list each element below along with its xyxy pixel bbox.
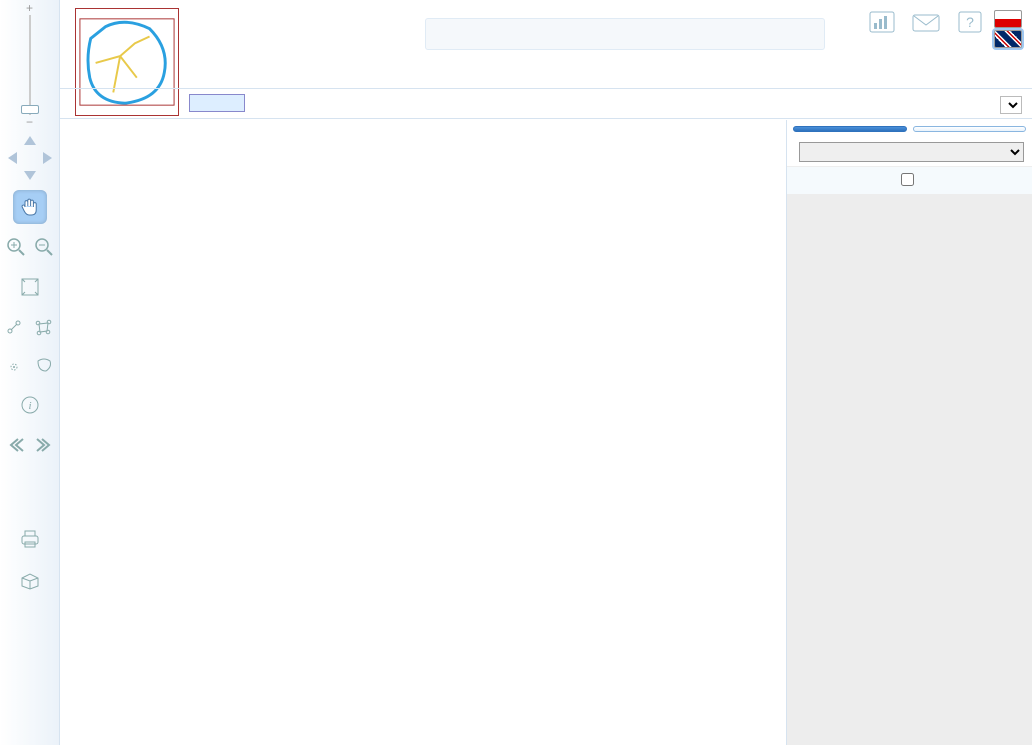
zoom-in-icon[interactable]: + bbox=[24, 4, 36, 14]
zoom-to-select[interactable] bbox=[1000, 96, 1022, 114]
prev-extent-button[interactable] bbox=[3, 430, 29, 460]
stat-button[interactable] bbox=[862, 10, 902, 36]
scale-input[interactable] bbox=[189, 94, 245, 112]
pan-left-button[interactable] bbox=[8, 152, 17, 164]
info-tool[interactable]: i bbox=[13, 388, 47, 422]
help-icon: ? bbox=[954, 10, 986, 34]
zoom-thumb[interactable] bbox=[21, 105, 39, 114]
pan-hand-button[interactable] bbox=[13, 190, 47, 224]
tab-routes[interactable] bbox=[913, 126, 1027, 132]
right-panel bbox=[786, 120, 1032, 745]
zoom-out-icon[interactable]: − bbox=[24, 118, 36, 128]
pan-up-button[interactable] bbox=[24, 136, 36, 145]
stats-icon bbox=[866, 10, 898, 34]
header: ? bbox=[0, 0, 1032, 90]
mail-button[interactable] bbox=[906, 10, 946, 36]
layers-list bbox=[787, 194, 1032, 745]
map-canvas[interactable] bbox=[60, 120, 786, 745]
legend-toggle-row bbox=[787, 167, 1032, 194]
select-point-button[interactable] bbox=[3, 350, 29, 380]
divider bbox=[60, 118, 1032, 119]
header-tools: ? bbox=[862, 10, 1022, 48]
left-toolbar: + − i bbox=[0, 0, 60, 745]
zoom-in-tool[interactable] bbox=[3, 232, 29, 262]
help-button[interactable]: ? bbox=[950, 10, 990, 36]
scale-apply-button[interactable] bbox=[249, 94, 269, 112]
fullextent-button[interactable] bbox=[13, 270, 47, 304]
select-area-button[interactable] bbox=[31, 350, 57, 380]
pan-right-button[interactable] bbox=[43, 152, 52, 164]
svg-text:?: ? bbox=[966, 14, 974, 30]
flag-pl[interactable] bbox=[994, 10, 1022, 28]
title-block bbox=[425, 18, 825, 56]
minimap[interactable] bbox=[75, 8, 179, 116]
mail-icon bbox=[910, 10, 942, 34]
next-extent-button[interactable] bbox=[31, 430, 57, 460]
pan-down-button[interactable] bbox=[24, 171, 36, 180]
profile-select[interactable] bbox=[799, 142, 1024, 162]
language-flags bbox=[994, 10, 1022, 48]
flag-uk[interactable] bbox=[994, 30, 1022, 48]
print-button[interactable] bbox=[13, 522, 47, 556]
package-button[interactable] bbox=[13, 564, 47, 598]
panel-tabs bbox=[787, 120, 1032, 138]
measure-line-button[interactable] bbox=[3, 312, 29, 342]
wu-button[interactable] bbox=[13, 468, 47, 502]
divider bbox=[60, 88, 1032, 89]
page-title bbox=[425, 18, 825, 50]
scale-bar bbox=[185, 94, 269, 112]
measure-area-button[interactable] bbox=[31, 312, 57, 342]
svg-text:i: i bbox=[28, 400, 31, 412]
profile-row bbox=[787, 138, 1032, 167]
zoom-out-tool[interactable] bbox=[31, 232, 57, 262]
legend-checkbox[interactable] bbox=[901, 173, 914, 186]
zoom-slider[interactable]: + − bbox=[20, 10, 40, 120]
zoom-to bbox=[1000, 96, 1022, 114]
tab-layers[interactable] bbox=[793, 126, 907, 132]
pan-dpad bbox=[8, 136, 52, 180]
